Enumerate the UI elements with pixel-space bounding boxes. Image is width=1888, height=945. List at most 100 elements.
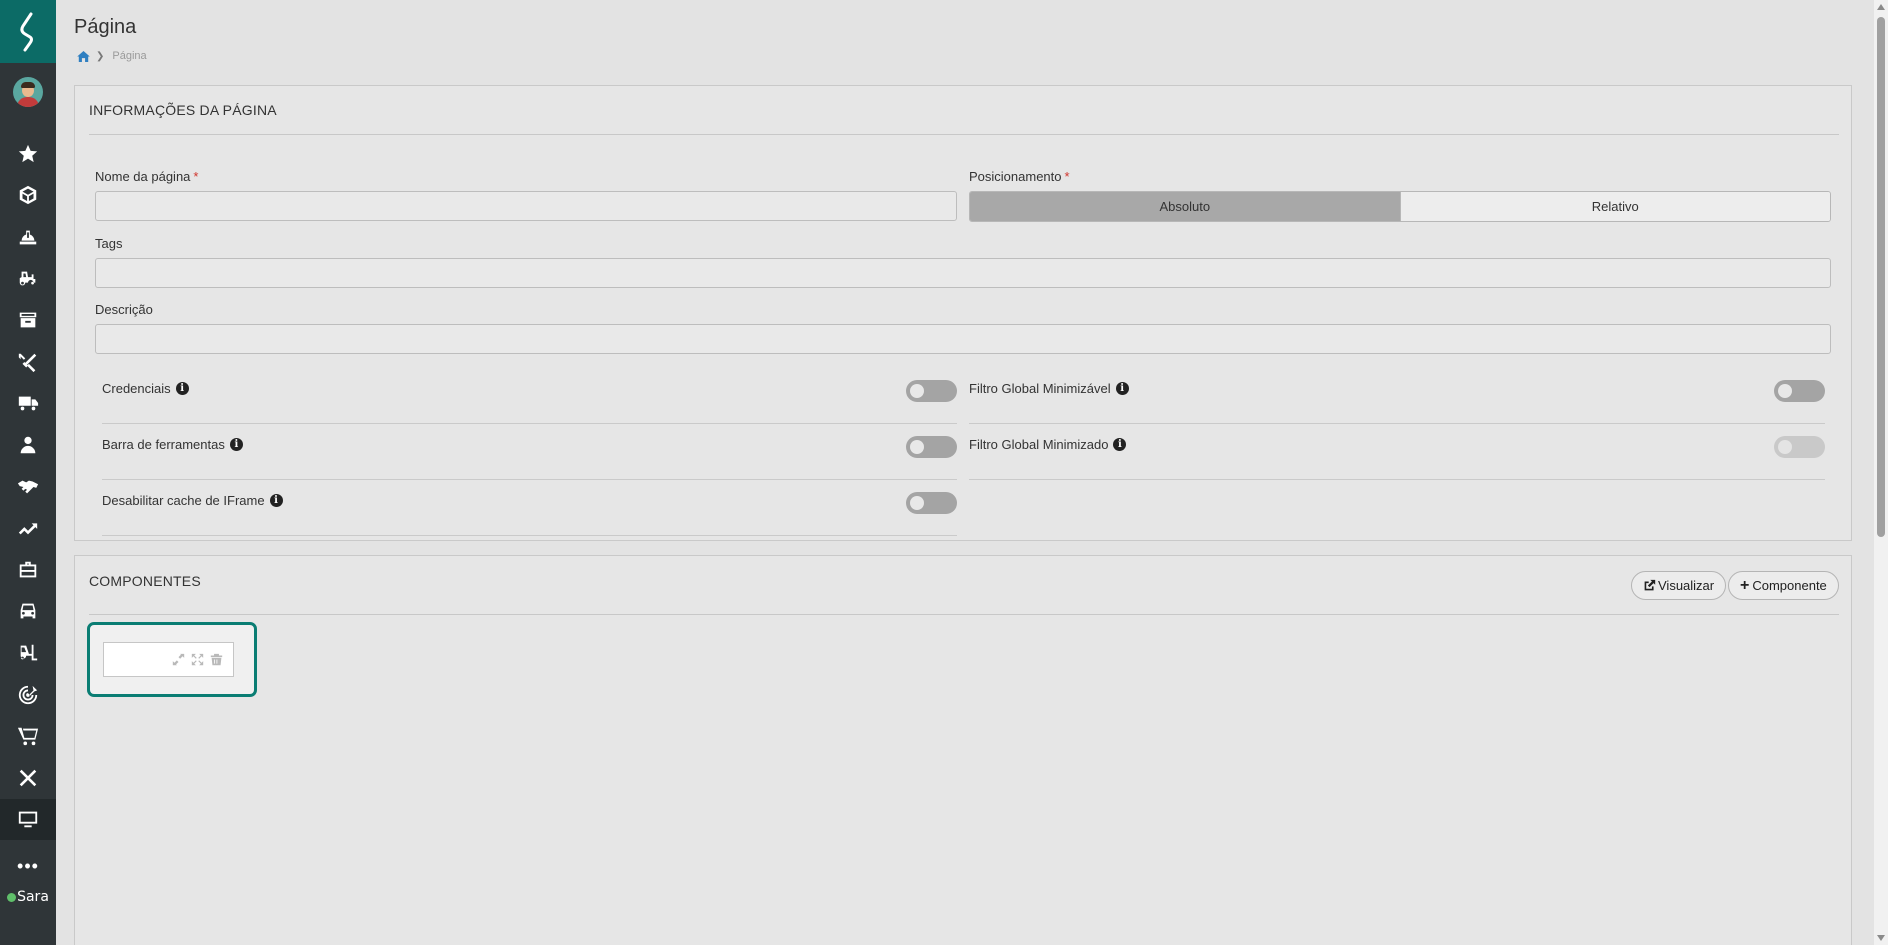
trash-icon[interactable] — [210, 653, 223, 666]
brand-logo-icon — [20, 12, 33, 51]
global-filter-minimized-toggle — [1774, 436, 1825, 458]
sidebar-item-business[interactable] — [0, 549, 56, 591]
components-title: COMPONENTES — [89, 573, 201, 589]
trend-up-icon — [18, 523, 38, 535]
scroll-up-icon[interactable] — [1877, 4, 1885, 10]
vehicle-icon — [20, 603, 36, 619]
breadcrumb: ❯ Página — [77, 50, 147, 62]
sidebar-bottom: ••• Sara — [0, 850, 56, 912]
sidebar-item-modules[interactable] — [0, 175, 56, 217]
toolbar-toggle[interactable] — [906, 436, 957, 458]
page-title: Página — [74, 16, 137, 38]
resize-icon[interactable] — [172, 653, 185, 666]
global-filter-minimized-label: Filtro Global Minimizado i — [969, 437, 1127, 452]
positioning-option-relative[interactable]: Relativo — [1399, 192, 1830, 221]
sidebar-item-agro[interactable] — [0, 258, 56, 300]
hard-hat-icon — [19, 230, 37, 245]
toggle-row-global-filter-minimized: Filtro Global Minimizado i — [969, 424, 1825, 480]
positioning-selector[interactable]: Absoluto Relativo — [969, 191, 1831, 222]
sidebar: ••• Sara — [0, 0, 56, 945]
divider — [89, 614, 1839, 615]
home-icon[interactable] — [77, 50, 90, 62]
sidebar-item-logistics[interactable] — [0, 383, 56, 425]
sidebar-item-analytics[interactable] — [0, 507, 56, 549]
info-icon[interactable]: i — [1115, 382, 1129, 395]
sidebar-item-favorites[interactable] — [0, 133, 56, 175]
breadcrumb-current: Página — [112, 50, 147, 62]
positioning-label: Posicionamento * — [969, 169, 1070, 184]
assistant-logo-icon — [7, 892, 17, 902]
iframe-cache-label: Desabilitar cache de IFrame i — [102, 493, 283, 508]
sidebar-item-safety[interactable] — [0, 216, 56, 258]
chevron-right-icon: ❯ — [96, 50, 105, 62]
sidebar-item-people[interactable] — [0, 424, 56, 466]
description-label: Descrição — [95, 302, 153, 317]
sidebar-item-storage[interactable] — [0, 299, 56, 341]
global-filter-minimizable-toggle[interactable] — [1774, 380, 1825, 402]
toolbar-label: Barra de ferramentas i — [102, 437, 243, 452]
preview-button[interactable]: Visualizar — [1631, 571, 1727, 600]
sidebar-item-tools[interactable] — [0, 757, 56, 799]
more-icon[interactable]: ••• — [0, 850, 56, 882]
plus-icon: + — [1740, 576, 1750, 594]
sidebar-item-maintenance[interactable] — [0, 341, 56, 383]
external-link-icon — [1644, 579, 1656, 591]
briefcase-icon — [19, 561, 37, 578]
sidebar-nav — [0, 133, 56, 841]
monitor-icon — [18, 811, 38, 828]
cube-icon — [19, 186, 37, 205]
page-info-panel: INFORMAÇÕES DA PÁGINA Nome da página * Po… — [74, 85, 1852, 541]
components-panel: COMPONENTES Visualizar + Componente — [74, 555, 1852, 945]
sidebar-item-pages[interactable] — [0, 798, 56, 841]
app-logo[interactable] — [0, 0, 56, 63]
scroll-down-icon[interactable] — [1877, 935, 1885, 941]
expand-icon[interactable] — [191, 653, 204, 666]
sidebar-item-partners[interactable] — [0, 466, 56, 508]
sidebar-item-goals[interactable] — [0, 674, 56, 716]
user-avatar-wrap[interactable] — [0, 63, 56, 121]
sidebar-item-warehouse[interactable] — [0, 632, 56, 674]
iframe-cache-toggle[interactable] — [906, 492, 957, 514]
toggle-row-toolbar: Barra de ferramentas i — [102, 424, 957, 480]
add-component-button[interactable]: + Componente — [1728, 571, 1839, 600]
credentials-toggle[interactable] — [906, 380, 957, 402]
truck-icon — [18, 396, 39, 411]
tags-input[interactable] — [95, 258, 1831, 288]
info-icon[interactable]: i — [1113, 438, 1127, 451]
required-mark: * — [1064, 169, 1070, 184]
tags-label: Tags — [95, 236, 123, 251]
handshake-icon — [17, 480, 39, 493]
positioning-option-absolute[interactable]: Absoluto — [970, 192, 1400, 221]
description-input[interactable] — [95, 324, 1831, 354]
assistant-button[interactable]: Sara — [0, 882, 56, 912]
target-icon — [18, 685, 38, 704]
people-icon — [20, 436, 36, 454]
scroll-thumb[interactable] — [1877, 17, 1885, 537]
toggle-row-iframe-cache: Desabilitar cache de IFrame i — [102, 480, 957, 536]
tractor-icon — [19, 271, 36, 285]
divider — [89, 134, 1839, 135]
x-icon — [19, 769, 37, 786]
credentials-label: Credenciais i — [102, 381, 189, 396]
info-icon[interactable]: i — [229, 438, 243, 451]
page-name-input[interactable] — [95, 191, 957, 221]
assistant-label: Sara — [17, 889, 49, 905]
forklift-icon — [19, 644, 38, 661]
toggle-row-credentials: Credenciais i — [102, 368, 957, 424]
page-scrollbar[interactable] — [1874, 0, 1888, 945]
page-info-title: INFORMAÇÕES DA PÁGINA — [89, 102, 277, 118]
archive-icon — [19, 312, 37, 328]
page-name-label: Nome da página * — [95, 169, 199, 184]
tools-icon — [18, 353, 37, 372]
toggle-row-global-filter-minimizable: Filtro Global Minimizável i — [969, 368, 1825, 424]
sidebar-item-purchases[interactable] — [0, 715, 56, 757]
avatar[interactable] — [13, 77, 43, 107]
required-mark: * — [193, 169, 199, 184]
component-item[interactable] — [103, 642, 234, 677]
global-filter-minimizable-label: Filtro Global Minimizável i — [969, 381, 1129, 396]
component-card[interactable] — [87, 622, 257, 697]
sidebar-item-fleet[interactable] — [0, 591, 56, 633]
info-icon[interactable]: i — [269, 494, 283, 507]
star-icon — [18, 144, 38, 162]
info-icon[interactable]: i — [175, 382, 189, 395]
